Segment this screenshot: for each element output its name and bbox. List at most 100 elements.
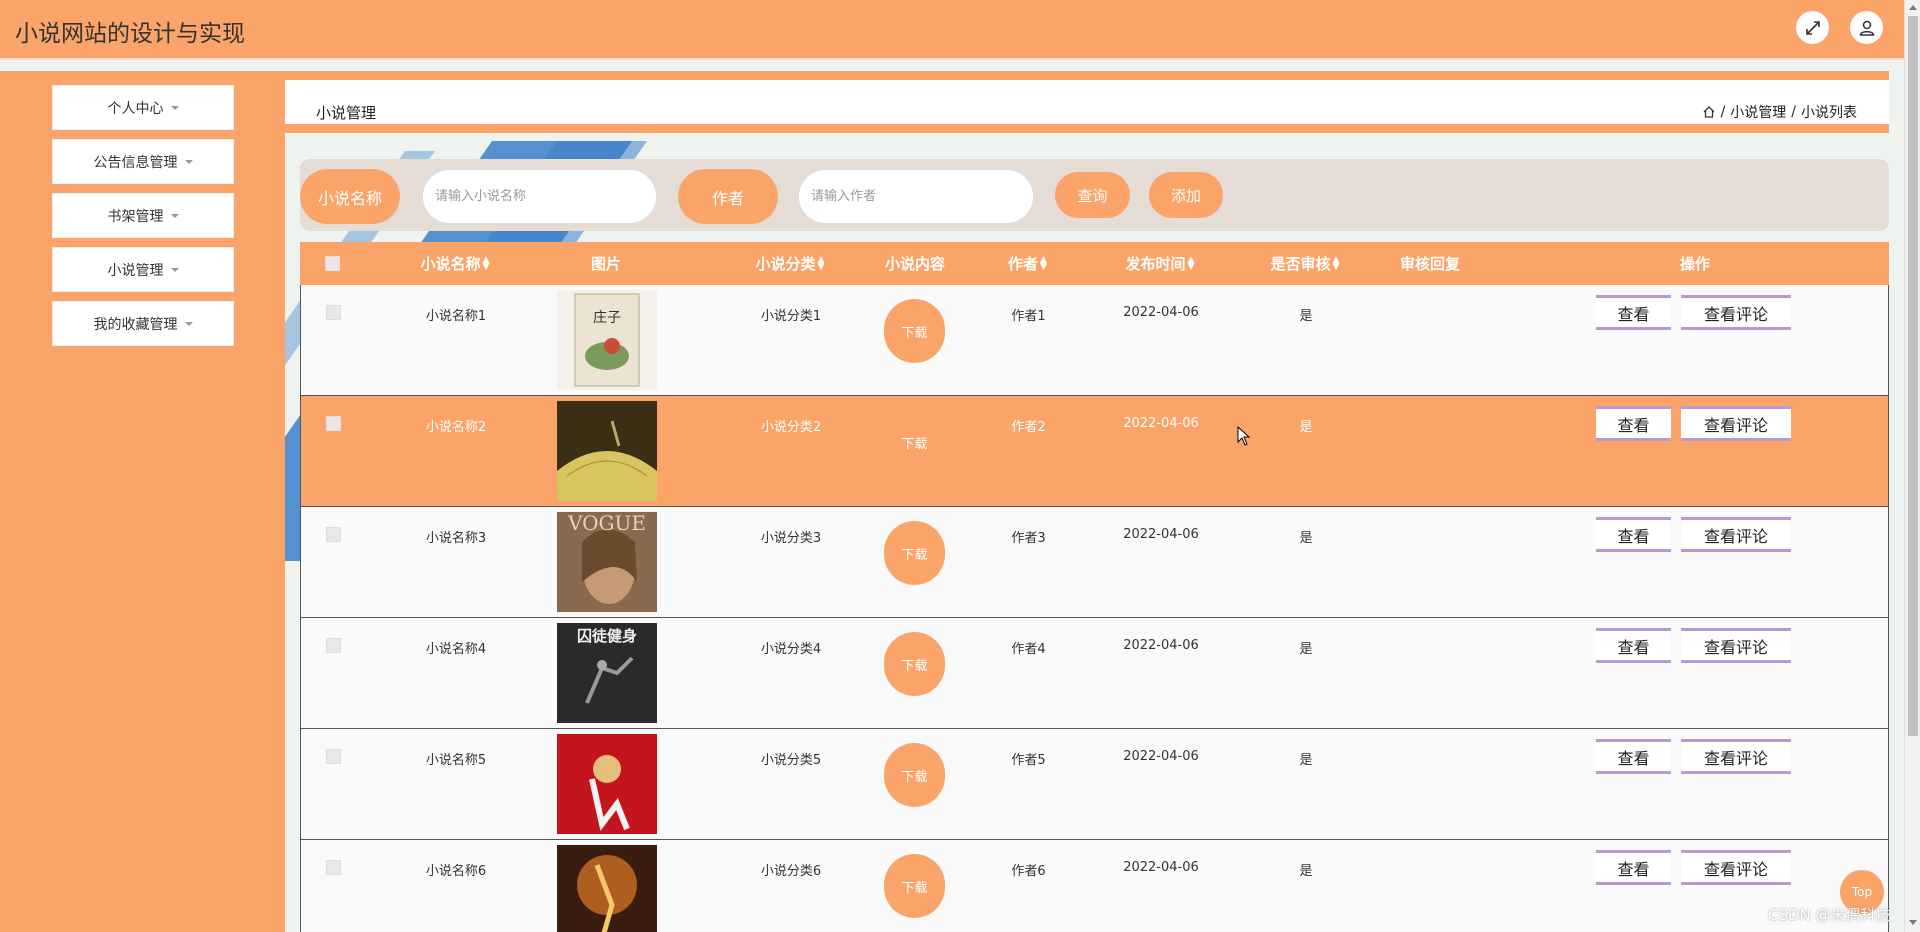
view-comments-button[interactable]: 查看评论 — [1681, 850, 1791, 885]
sidebar-item-personal-center[interactable]: 个人中心 — [52, 85, 234, 130]
novel-author: 作者4 — [1011, 642, 1046, 657]
view-button[interactable]: 查看 — [1596, 739, 1671, 774]
query-button[interactable]: 查询 — [1055, 172, 1130, 218]
caret-down-icon — [184, 321, 193, 326]
novel-table: 小说名称 ▲ ▼ 图片 小说分类 ▲ ▼ 小说内容 作者 ▲ ▼ 发布时间 ▲ ▼ 是否审核 ▲ ▼… — [300, 242, 1889, 932]
novel-cover-image: VOGUE — [557, 511, 657, 612]
download-button[interactable]: 下载 — [884, 299, 945, 363]
breadcrumb-item: 小说列表 — [1801, 105, 1857, 121]
novel-cover-image — [557, 734, 657, 834]
sidebar-item-label: 小说管理 — [107, 262, 164, 279]
column-header-author[interactable]: 作者 ▲ ▼ — [985, 242, 1070, 285]
cover-title: 庄子 — [593, 309, 621, 326]
sidebar-item-label: 我的收藏管理 — [93, 316, 178, 333]
novel-category: 小说分类1 — [760, 309, 822, 324]
publish-date: 2022-04-06 — [1123, 860, 1199, 875]
sidebar-item-announcements[interactable]: 公告信息管理 — [52, 139, 234, 184]
view-comments-button[interactable]: 查看评论 — [1681, 295, 1791, 330]
row-checkbox[interactable] — [326, 638, 341, 653]
view-comments-button[interactable]: 查看评论 — [1681, 628, 1791, 663]
download-button[interactable]: 下载 — [884, 632, 945, 696]
novel-cover-image — [557, 401, 657, 501]
name-search-input[interactable] — [422, 169, 657, 224]
approval-status: 是 — [1299, 420, 1313, 435]
scrollbar-thumb[interactable] — [1908, 16, 1918, 736]
table-row: 小说名称1 庄子 小说分类1 下载 作者1 2022-04-06 是 查看 查看… — [300, 285, 1889, 396]
sidebar-item-bookshelf[interactable]: 书架管理 — [52, 193, 234, 238]
column-header-actions: 操作 — [1679, 255, 1710, 273]
approval-status: 是 — [1299, 753, 1313, 768]
row-checkbox[interactable] — [326, 305, 341, 320]
publish-date: 2022-04-06 — [1123, 527, 1199, 542]
caret-down-icon — [170, 213, 179, 218]
novel-author: 作者5 — [1011, 753, 1046, 768]
fullscreen-icon[interactable] — [1796, 11, 1829, 44]
view-button[interactable]: 查看 — [1596, 295, 1671, 330]
breadcrumb-item[interactable]: 小说管理 — [1730, 102, 1786, 122]
sidebar-item-novels[interactable]: 小说管理 — [52, 247, 234, 292]
home-icon[interactable] — [1702, 105, 1716, 119]
novel-cover-image — [557, 845, 657, 932]
sidebar-item-label: 书架管理 — [107, 208, 164, 225]
view-button[interactable]: 查看 — [1596, 850, 1671, 885]
author-search-input[interactable] — [798, 169, 1034, 224]
cover-title: 囚徒健身 — [577, 627, 637, 645]
page-title: 小说管理 — [316, 104, 377, 122]
download-button[interactable]: 下载 — [884, 743, 945, 807]
novel-name: 小说名称4 — [425, 642, 487, 657]
sidebar-item-label: 公告信息管理 — [93, 154, 178, 171]
sort-icon: ▲ ▼ — [817, 254, 825, 272]
column-header-reply: 审核回复 — [1399, 255, 1460, 273]
table-row: 小说名称2 小说分类2 下载 作者2 2022-04-06 是 查看 查看评论 — [300, 396, 1889, 507]
row-checkbox[interactable] — [326, 749, 341, 764]
breadcrumb: / 小说管理 / 小说列表 — [1702, 102, 1857, 122]
top-bar: 小说网站的设计与实现 — [0, 0, 1904, 60]
novel-category: 小说分类5 — [760, 753, 822, 768]
download-button[interactable]: 下载 — [884, 854, 945, 918]
download-button[interactable]: 下载 — [884, 521, 945, 585]
column-header-name[interactable]: 小说名称 ▲ ▼ — [390, 242, 520, 285]
approval-status: 是 — [1299, 642, 1313, 657]
sidebar: 个人中心 公告信息管理 书架管理 小说管理 我的收藏管理 — [0, 71, 285, 932]
publish-date: 2022-04-06 — [1123, 416, 1199, 431]
watermark: CSDN @米偶科技 — [1768, 906, 1891, 924]
add-button[interactable]: 添加 — [1149, 172, 1223, 218]
view-button[interactable]: 查看 — [1596, 406, 1671, 441]
table-row: 小说名称5 小说分类5 下载 作者5 2022-04-06 是 查看 查看评论 — [300, 729, 1889, 840]
novel-author: 作者1 — [1011, 309, 1046, 324]
novel-name: 小说名称6 — [425, 864, 487, 879]
view-button[interactable]: 查看 — [1596, 628, 1671, 663]
sidebar-item-favorites[interactable]: 我的收藏管理 — [52, 301, 234, 346]
site-title: 小说网站的设计与实现 — [15, 21, 245, 47]
approval-status: 是 — [1299, 864, 1313, 879]
novel-category: 小说分类6 — [760, 864, 822, 879]
novel-author: 作者2 — [1011, 420, 1046, 435]
download-button[interactable]: 下载 — [884, 410, 945, 474]
column-header-category[interactable]: 小说分类 ▲ ▼ — [725, 242, 855, 285]
novel-author: 作者6 — [1011, 864, 1046, 879]
row-checkbox[interactable] — [326, 860, 341, 875]
user-icon[interactable] — [1850, 11, 1883, 44]
view-button[interactable]: 查看 — [1596, 517, 1671, 552]
view-comments-button[interactable]: 查看评论 — [1681, 739, 1791, 774]
row-checkbox[interactable] — [326, 527, 341, 542]
novel-name: 小说名称5 — [425, 753, 487, 768]
main-content: 小说管理 / 小说管理 / 小说列表 小说名称 作者 查询 添加 小说名称▲▼ … — [285, 71, 1904, 932]
select-all-checkbox[interactable] — [325, 242, 340, 285]
novel-category: 小说分类4 — [760, 642, 822, 657]
sort-icon: ▲ ▼ — [1187, 254, 1195, 272]
view-comments-button[interactable]: 查看评论 — [1681, 406, 1791, 441]
sort-icon: ▲ ▼ — [482, 254, 490, 272]
novel-category: 小说分类3 — [760, 531, 822, 546]
column-header-date[interactable]: 发布时间 ▲ ▼ — [1090, 242, 1230, 285]
mouse-cursor-icon — [1237, 426, 1251, 446]
sidebar-item-label: 个人中心 — [107, 100, 164, 117]
column-header-approved[interactable]: 是否审核 ▲ ▼ — [1240, 242, 1370, 285]
table-row: 小说名称3 VOGUE 小说分类3 下载 作者3 2022-04-06 是 查看… — [300, 507, 1889, 618]
column-header-image: 图片 — [590, 255, 621, 273]
view-comments-button[interactable]: 查看评论 — [1681, 517, 1791, 552]
scroll-up-icon[interactable] — [1909, 5, 1917, 10]
row-checkbox[interactable] — [326, 416, 341, 431]
scroll-down-icon[interactable] — [1909, 920, 1917, 925]
vertical-scrollbar[interactable] — [1904, 0, 1920, 932]
